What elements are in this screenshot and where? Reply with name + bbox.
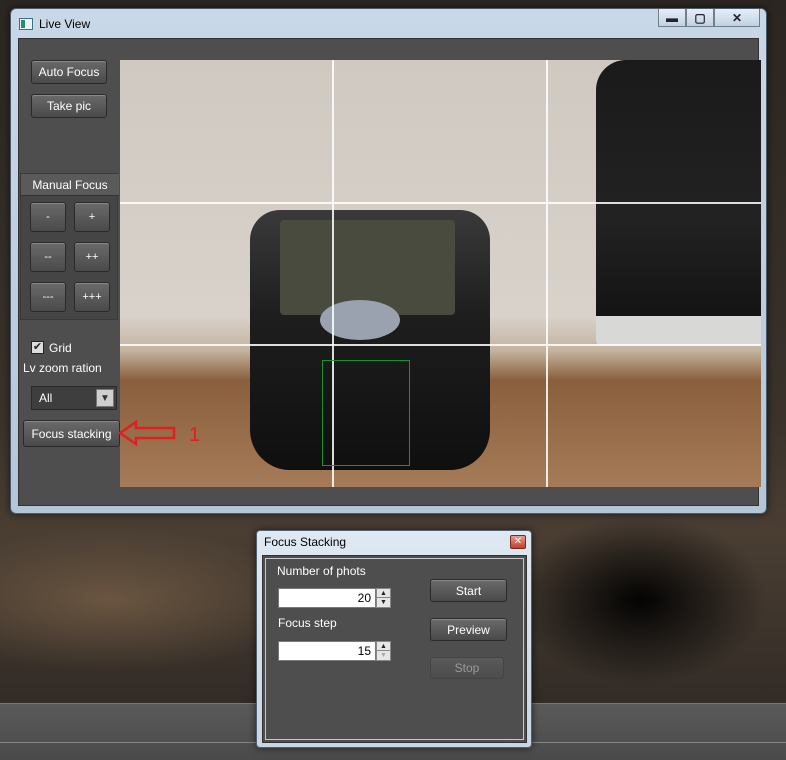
spin-down-icon[interactable]: ▼ bbox=[377, 651, 390, 660]
photos-count-input[interactable]: 20 bbox=[278, 588, 376, 608]
manual-focus-header: Manual Focus bbox=[21, 174, 119, 196]
spin-down-icon[interactable]: ▼ bbox=[377, 598, 390, 607]
window-title: Live View bbox=[39, 17, 91, 31]
focus-stacking-dialog: Focus Stacking ✕ Number of phots 20 ▲ ▼ … bbox=[256, 530, 532, 748]
window-titlebar: Live View bbox=[19, 13, 419, 35]
focus-plus-2-button[interactable]: ++ bbox=[74, 242, 110, 272]
dialog-close-button[interactable]: ✕ bbox=[510, 535, 526, 549]
grid-checkbox[interactable]: ✔ bbox=[31, 341, 44, 354]
photos-spinner[interactable]: ▲ ▼ bbox=[376, 588, 391, 608]
focus-step-label: Focus step bbox=[278, 616, 337, 630]
focus-stacking-button[interactable]: Focus stacking bbox=[23, 420, 120, 447]
window-controls: ▬ ▢ ✕ bbox=[658, 9, 760, 27]
focus-plus-3-button[interactable]: +++ bbox=[74, 282, 110, 312]
focus-area-rectangle[interactable] bbox=[322, 360, 410, 466]
grid-line-h1 bbox=[120, 202, 761, 204]
take-pic-button[interactable]: Take pic bbox=[31, 94, 107, 118]
photos-label: Number of phots bbox=[277, 564, 366, 578]
stop-button[interactable]: Stop bbox=[430, 657, 504, 679]
grid-line-h2 bbox=[120, 344, 761, 346]
check-mark-icon: ✔ bbox=[32, 341, 43, 353]
minimize-button[interactable]: ▬ bbox=[658, 9, 686, 27]
grid-line-v2 bbox=[546, 60, 548, 487]
preview-button[interactable]: Preview bbox=[430, 618, 507, 641]
zoom-select-value: All bbox=[39, 391, 53, 405]
app-icon bbox=[19, 18, 33, 30]
zoom-label: Lv zoom ration bbox=[23, 361, 102, 375]
grid-label: Grid bbox=[49, 341, 72, 355]
annotation-number: 1 bbox=[189, 424, 201, 446]
zoom-select[interactable]: All ▼ bbox=[31, 386, 117, 410]
focus-minus-3-button[interactable]: --- bbox=[30, 282, 66, 312]
live-view-image[interactable] bbox=[120, 60, 761, 487]
spin-up-icon[interactable]: ▲ bbox=[377, 642, 390, 651]
close-button[interactable]: ✕ bbox=[714, 9, 760, 27]
start-button[interactable]: Start bbox=[430, 579, 507, 602]
spin-up-icon[interactable]: ▲ bbox=[377, 589, 390, 598]
manual-focus-panel: Manual Focus - + -- ++ --- +++ bbox=[20, 173, 119, 320]
auto-focus-button[interactable]: Auto Focus bbox=[31, 60, 107, 84]
focus-minus-2-button[interactable]: -- bbox=[30, 242, 66, 272]
focus-step-spinner[interactable]: ▲ ▼ bbox=[376, 641, 391, 661]
focus-step-input[interactable]: 15 bbox=[278, 641, 376, 661]
focus-plus-1-button[interactable]: + bbox=[74, 202, 110, 232]
focus-minus-1-button[interactable]: - bbox=[30, 202, 66, 232]
camera-lens-photo bbox=[596, 60, 761, 326]
dialog-client: Number of phots 20 ▲ ▼ Focus step 15 ▲ ▼… bbox=[262, 555, 527, 743]
chevron-down-icon[interactable]: ▼ bbox=[96, 389, 114, 407]
maximize-button[interactable]: ▢ bbox=[686, 9, 714, 27]
annotation-arrow-icon bbox=[118, 420, 176, 446]
dialog-title: Focus Stacking bbox=[264, 535, 347, 549]
lens-band-photo bbox=[596, 316, 761, 346]
